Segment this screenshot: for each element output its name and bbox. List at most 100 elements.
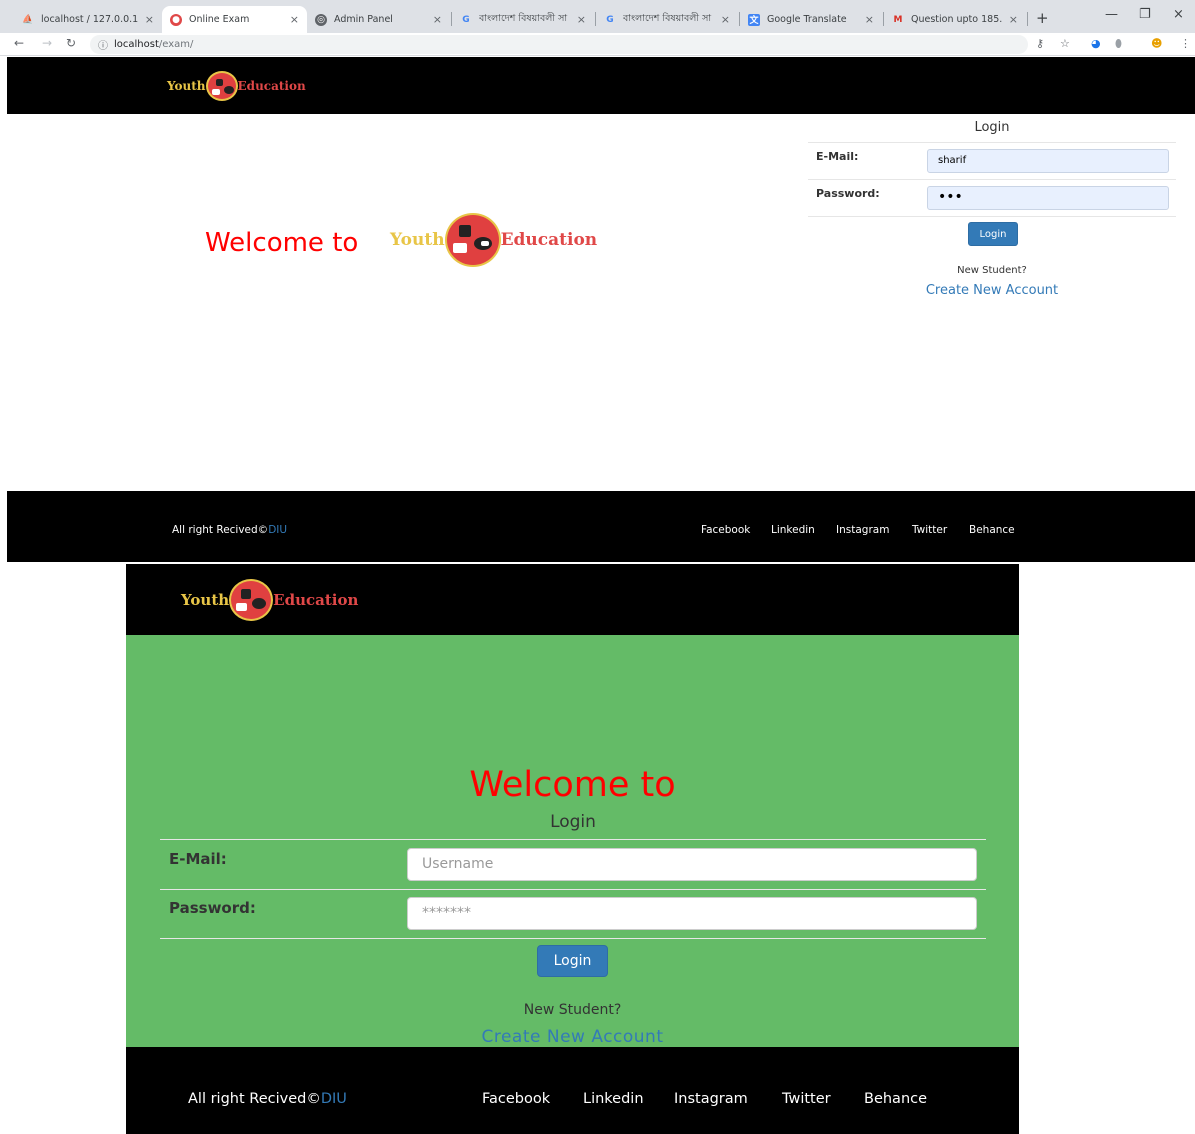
brand-left: Youth <box>390 230 445 250</box>
brand-right: Education <box>237 79 306 93</box>
password-row: Password: ******* <box>160 890 986 939</box>
tab-title: বাংলাদেশ বিষয়াবলী সা <box>479 13 568 24</box>
address-bar-row: ← → ↻ ⓘ localhost/exam/ ⚷ ☆ ◕ ⬮ ☻ ⋮ <box>0 33 1195 56</box>
shield-icon[interactable]: ⬮ <box>1115 37 1122 51</box>
email-label: E-Mail: <box>816 150 859 163</box>
tab-admin-panel[interactable]: ◎ Admin Panel × <box>307 6 450 33</box>
facebook-link[interactable]: Facebook <box>701 524 750 536</box>
site-header: Youth Education <box>7 57 1195 114</box>
url-host: localhost <box>114 39 159 50</box>
brand-logo[interactable]: Youth Education <box>181 579 358 621</box>
mobile-preview: Youth Education Welcome to Login E-Mail:… <box>126 564 1019 1134</box>
twitter-link[interactable]: Twitter <box>912 524 947 536</box>
gmail-icon: M <box>893 14 903 25</box>
new-tab-button[interactable]: + <box>1036 9 1049 27</box>
extension-icon[interactable]: ◕ <box>1091 37 1101 50</box>
close-tab-icon[interactable]: × <box>721 13 730 26</box>
close-tab-icon[interactable]: × <box>433 13 442 26</box>
tab-phpmyadmin[interactable]: ⛵ localhost / 127.0.0.1 / e × <box>14 6 162 33</box>
email-row: E-Mail: sharif <box>808 143 1176 180</box>
maximize-icon[interactable]: ❐ <box>1139 7 1151 22</box>
login-button[interactable]: Login <box>537 945 608 977</box>
star-icon[interactable]: ☆ <box>1060 37 1070 50</box>
new-student-text: New Student? <box>523 1002 622 1018</box>
welcome-heading: Welcome to <box>205 228 359 258</box>
email-row: E-Mail: Username <box>160 841 986 890</box>
twitter-link[interactable]: Twitter <box>782 1091 831 1107</box>
phpmyadmin-icon: ⛵ <box>22 14 34 25</box>
key-icon[interactable]: ⚷ <box>1036 37 1044 50</box>
brand-left: Youth <box>181 591 230 609</box>
password-field[interactable]: ••• <box>927 186 1169 210</box>
org-link[interactable]: DIU <box>321 1091 347 1107</box>
instagram-link[interactable]: Instagram <box>836 524 889 536</box>
close-tab-icon[interactable]: × <box>290 13 299 26</box>
back-arrow-icon[interactable]: ← <box>14 36 24 50</box>
brand-logo[interactable]: Youth Education <box>167 71 306 101</box>
login-title: Login <box>160 812 986 840</box>
tab-title: Google Translate <box>767 14 847 25</box>
url-path: /exam/ <box>158 39 194 50</box>
reload-icon[interactable]: ↻ <box>66 36 76 50</box>
translate-icon: 文 <box>748 13 760 26</box>
site-favicon-icon: ● <box>170 13 182 26</box>
login-button[interactable]: Login <box>968 222 1018 246</box>
minimize-icon[interactable]: — <box>1105 7 1118 22</box>
main-section: Welcome to Login E-Mail: Username Passwo… <box>126 635 1019 1047</box>
password-field[interactable]: ******* <box>407 897 977 930</box>
instagram-link[interactable]: Instagram <box>674 1091 748 1107</box>
new-student-text: New Student? <box>957 265 1027 276</box>
globe-icon: ◎ <box>315 13 327 26</box>
copyright-label: All right Recived© <box>188 1091 321 1107</box>
brand-left: Youth <box>167 79 206 93</box>
tab-gmail[interactable]: M Question upto 185. - r × <box>884 6 1026 33</box>
forward-arrow-icon[interactable]: → <box>42 36 52 50</box>
close-tab-icon[interactable]: × <box>145 13 154 26</box>
tab-bangladesh-2[interactable]: G বাংলাদেশ বিষয়াবলী সা × <box>596 6 738 33</box>
profile-avatar-icon[interactable]: ☻ <box>1151 37 1162 50</box>
brand-emblem-icon <box>444 213 501 267</box>
password-row: Password: ••• <box>808 180 1176 217</box>
browser-tab-strip: ⛵ localhost / 127.0.0.1 / e × ● Online E… <box>0 0 1195 33</box>
tab-title: বাংলাদেশ বিষয়াবলী সা <box>623 13 712 24</box>
tab-divider <box>1027 12 1028 26</box>
menu-dots-icon[interactable]: ⋮ <box>1180 37 1191 50</box>
close-tab-icon[interactable]: × <box>865 13 874 26</box>
email-label: E-Mail: <box>169 850 227 868</box>
copyright-text: All right Recived©DIU <box>172 524 287 536</box>
create-account-link[interactable]: Create New Account <box>808 283 1176 298</box>
password-label: Password: <box>169 899 256 917</box>
info-icon: ⓘ <box>98 41 108 52</box>
close-window-icon[interactable]: × <box>1173 7 1184 22</box>
url-field[interactable]: ⓘ localhost/exam/ <box>90 35 1028 54</box>
google-icon: G <box>606 14 614 25</box>
brand-right: Education <box>273 591 359 609</box>
tab-title: Question upto 185. - r <box>911 14 1005 25</box>
tab-title: localhost / 127.0.0.1 / e <box>41 14 141 25</box>
tab-title: Admin Panel <box>334 14 393 25</box>
behance-link[interactable]: Behance <box>864 1091 927 1107</box>
login-panel: Login E-Mail: sharif Password: ••• <box>808 117 1176 217</box>
org-link[interactable]: DIU <box>268 524 287 536</box>
tab-bangladesh-1[interactable]: G বাংলাদেশ বিষয়াবলী সা × <box>452 6 594 33</box>
email-field[interactable]: sharif <box>927 149 1169 173</box>
tab-online-exam[interactable]: ● Online Exam × <box>162 6 307 33</box>
copyright-label: All right Recived© <box>172 524 269 536</box>
site-footer: All right Recived©DIU Facebook Linkedin … <box>7 491 1195 562</box>
password-label: Password: <box>816 187 880 200</box>
linkedin-link[interactable]: Linkedin <box>583 1091 644 1107</box>
tab-google-translate[interactable]: 文 Google Translate × <box>740 6 882 33</box>
copyright-text: All right Recived©DIU <box>188 1091 347 1107</box>
site-footer: All right Recived©DIU Facebook Linkedin … <box>126 1047 1019 1134</box>
behance-link[interactable]: Behance <box>969 524 1015 536</box>
brand-emblem-icon <box>205 71 238 101</box>
create-account-link[interactable]: Create New Account <box>126 1027 1019 1047</box>
welcome-heading: Welcome to <box>469 765 676 805</box>
email-field[interactable]: Username <box>407 848 977 881</box>
close-tab-icon[interactable]: × <box>1009 13 1018 26</box>
close-tab-icon[interactable]: × <box>577 13 586 26</box>
welcome-brand-logo: Youth Education <box>390 213 597 267</box>
linkedin-link[interactable]: Linkedin <box>771 524 815 536</box>
facebook-link[interactable]: Facebook <box>482 1091 550 1107</box>
site-header: Youth Education <box>126 564 1019 635</box>
